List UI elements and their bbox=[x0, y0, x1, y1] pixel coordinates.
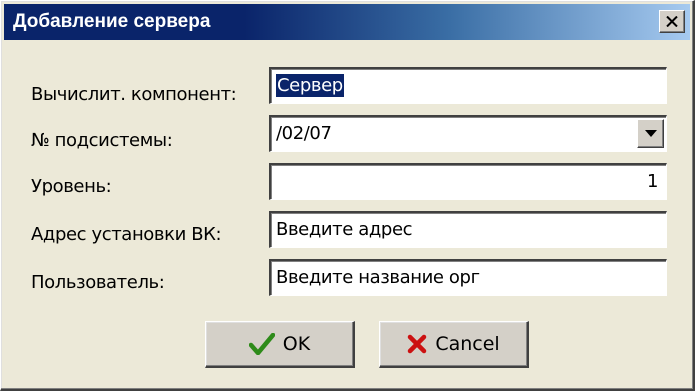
title-bar[interactable]: Добавление сервера bbox=[4, 4, 690, 40]
dialog-title: Добавление сервера bbox=[13, 11, 211, 32]
add-server-dialog: Добавление сервера Вычислит. компонент: … bbox=[0, 0, 695, 391]
checkmark-icon bbox=[248, 333, 275, 355]
close-icon bbox=[666, 16, 678, 27]
address-value: Введите адрес bbox=[276, 219, 413, 240]
x-mark-icon bbox=[407, 334, 427, 354]
subsystem-select[interactable]: /02/07 bbox=[269, 115, 667, 152]
level-field[interactable]: 1 bbox=[269, 163, 667, 200]
component-value: Сервер bbox=[276, 74, 344, 97]
address-label: Адрес установки ВК: bbox=[31, 224, 222, 245]
address-field[interactable]: Введите адрес bbox=[269, 211, 667, 248]
level-value: 1 bbox=[646, 171, 658, 192]
component-field[interactable]: Сервер bbox=[269, 67, 667, 104]
user-value: Введите название орг bbox=[276, 267, 480, 288]
cancel-button[interactable]: Cancel bbox=[379, 321, 529, 368]
ok-button[interactable]: OK bbox=[205, 321, 355, 368]
ok-label: OK bbox=[282, 333, 311, 355]
subsystem-dropdown-button[interactable] bbox=[637, 119, 664, 148]
level-label: Уровень: bbox=[31, 176, 112, 197]
subsystem-value: /02/07 bbox=[276, 123, 332, 144]
user-field[interactable]: Введите название орг bbox=[269, 259, 667, 296]
user-label: Пользователь: bbox=[31, 272, 165, 293]
chevron-down-icon bbox=[644, 130, 657, 137]
cancel-label: Cancel bbox=[435, 333, 500, 355]
subsystem-label: № подсистемы: bbox=[31, 130, 173, 151]
close-button[interactable] bbox=[659, 10, 685, 33]
component-label: Вычислит. компонент: bbox=[31, 84, 237, 105]
